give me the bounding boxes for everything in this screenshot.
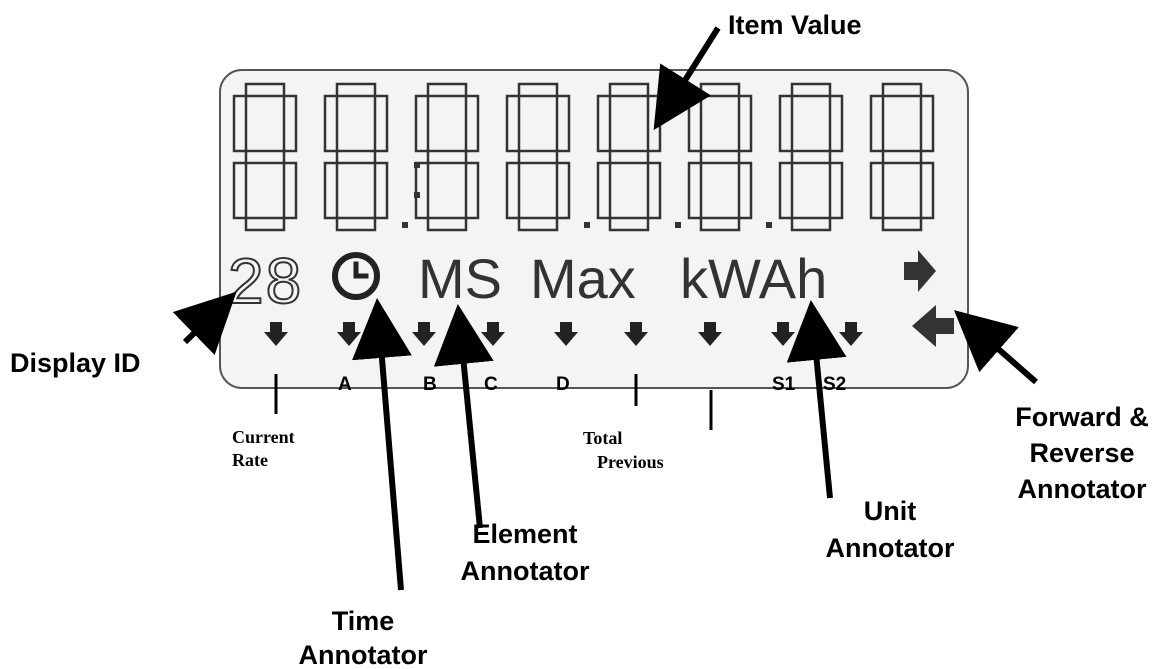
arrow-forward-reverse: [953, 310, 1038, 385]
callout-forward-line1: Forward &: [1015, 402, 1149, 432]
decimal-point: [766, 222, 772, 228]
label-current: Current: [232, 427, 295, 447]
decimal-point: [402, 222, 408, 228]
callout-unit-line2: Annotator: [826, 533, 955, 563]
callout-display-id: Display ID: [10, 348, 141, 378]
label-previous: Previous: [597, 452, 664, 472]
element-annotator-text: MS: [418, 247, 502, 310]
unit-annotator-text: kWAh: [680, 247, 827, 310]
label-a: A: [338, 374, 352, 395]
callout-item-value: Item Value: [728, 10, 862, 40]
label-total: Total: [583, 428, 622, 448]
decimal-point: [584, 222, 590, 228]
decimal-point: [675, 222, 681, 228]
label-d: D: [556, 374, 570, 395]
label-c: C: [484, 374, 498, 395]
label-s1: S1: [772, 374, 796, 395]
display-id-value: 28: [228, 245, 303, 317]
callout-forward-line3: Annotator: [1018, 474, 1147, 504]
lcd-annotation-diagram: 28 MS Max kWAh Current Rate A B C D Tota…: [10, 10, 1149, 669]
callout-time-line1: Time: [332, 606, 395, 636]
label-rate: Rate: [232, 450, 268, 470]
label-s2: S2: [823, 374, 846, 395]
callout-forward-line2: Reverse: [1029, 438, 1134, 468]
callout-time-line2: Annotator: [299, 640, 428, 669]
callout-element-line1: Element: [472, 519, 577, 549]
callout-element-line2: Annotator: [461, 556, 590, 586]
label-b: B: [423, 374, 437, 395]
callout-unit-line1: Unit: [864, 496, 916, 526]
max-annotator-text: Max: [530, 247, 636, 310]
